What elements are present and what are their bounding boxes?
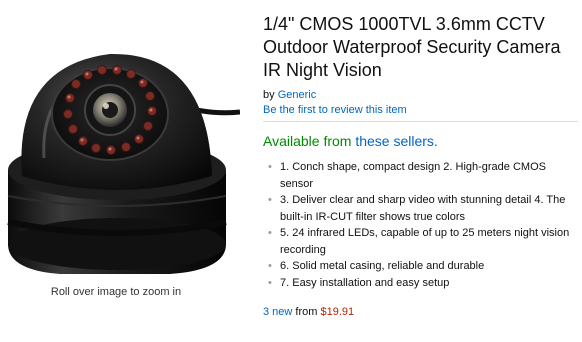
feature-item: • 1. Conch shape, compact design 2. High-… [263, 159, 578, 192]
divider [263, 121, 578, 122]
bullet-icon: • [268, 194, 272, 206]
product-image[interactable] [0, 8, 240, 278]
by-prefix: by [263, 89, 275, 101]
bullet-icon: • [268, 260, 272, 272]
image-panel: Roll over image to zoom in [0, 0, 240, 310]
product-details: 1/4" CMOS 1000TVL 3.6mm CCTV Outdoor Wat… [263, 13, 578, 319]
feature-text: 7. Easy installation and easy setup [280, 276, 450, 289]
brand-link[interactable]: Generic [278, 89, 317, 101]
new-offers-link[interactable]: 3 new [263, 306, 292, 318]
product-title: 1/4" CMOS 1000TVL 3.6mm CCTV Outdoor Wat… [263, 14, 561, 80]
availability-text: Available from [263, 133, 352, 149]
feature-item: • 3. Deliver clear and sharp video with s… [263, 192, 578, 225]
first-review-link[interactable]: Be the first to review this item [263, 103, 578, 117]
bullet-icon: • [268, 227, 272, 239]
bullet-icon: • [268, 276, 272, 289]
from-text: from [295, 306, 318, 318]
offers: 3 new from $19.91 [263, 305, 578, 319]
byline: by Generic [263, 88, 578, 102]
feature-item: • 6. Solid metal casing, reliable and dur… [263, 258, 578, 275]
feature-item: • 7. Easy installation and easy setup [263, 275, 578, 292]
availability: Available from these sellers. [263, 132, 578, 150]
offer-price: $19.91 [320, 306, 355, 318]
feature-text: 3. Deliver clear and sharp video with st… [280, 194, 566, 223]
feature-list: • 1. Conch shape, compact design 2. High-… [263, 159, 578, 291]
product-page: Roll over image to zoom in 1/4" CMOS 100… [0, 0, 582, 342]
feature-text: 5. 24 infrared LEDs, capable of up to 25… [280, 227, 570, 256]
bullet-icon: • [268, 161, 272, 173]
feature-text: 6. Solid metal casing, reliable and dura… [280, 260, 485, 272]
zoom-hint: Roll over image to zoom in [50, 286, 182, 298]
sellers-link[interactable]: these sellers. [355, 133, 437, 149]
feature-item: • 5. 24 infrared LEDs, capable of up to 2… [263, 225, 578, 258]
feature-text: 1. Conch shape, compact design 2. High-g… [280, 161, 546, 190]
